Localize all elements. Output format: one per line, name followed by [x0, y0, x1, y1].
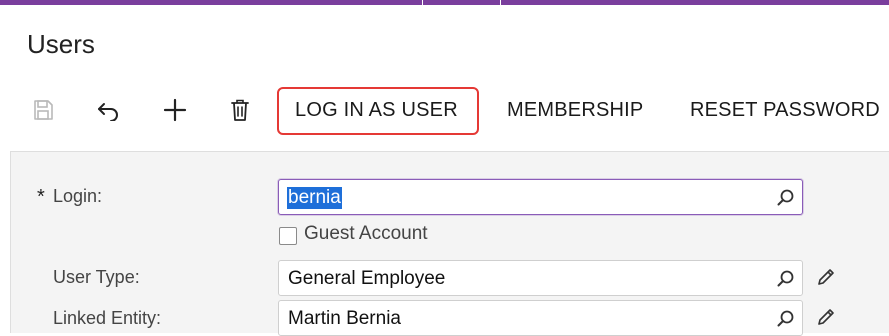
undo-icon[interactable]	[93, 94, 125, 126]
reset-password-button[interactable]: RESET PASSWORD	[690, 97, 880, 123]
login-as-user-button[interactable]: LOG IN AS USER	[295, 97, 458, 123]
top-bar-divider	[422, 0, 423, 5]
linked-entity-label: Linked Entity:	[53, 308, 162, 328]
add-icon[interactable]	[159, 94, 191, 126]
search-icon[interactable]	[776, 269, 796, 289]
required-marker: *	[37, 186, 45, 208]
guest-account-checkbox[interactable]	[279, 227, 297, 245]
top-bar-divider	[500, 0, 501, 5]
search-icon[interactable]	[776, 309, 796, 329]
search-icon[interactable]	[776, 188, 796, 208]
edit-user-type-pencil-icon[interactable]	[816, 267, 836, 287]
top-accent-bar	[0, 0, 889, 5]
user-type-label: User Type:	[53, 267, 140, 287]
user-type-field[interactable]: General Employee	[278, 260, 803, 296]
user-type-value: General Employee	[288, 268, 446, 289]
edit-linked-entity-pencil-icon[interactable]	[816, 307, 836, 327]
save-icon[interactable]	[27, 94, 59, 126]
page-title: Users	[27, 29, 95, 59]
membership-button[interactable]: MEMBERSHIP	[507, 97, 643, 123]
linked-entity-field[interactable]: Martin Bernia	[278, 300, 803, 336]
guest-account-label: Guest Account	[304, 223, 428, 244]
linked-entity-value: Martin Bernia	[288, 308, 401, 329]
delete-icon[interactable]	[224, 94, 256, 126]
login-value: bernia	[287, 187, 342, 209]
login-field[interactable]: bernia	[278, 179, 803, 215]
login-label: Login:	[53, 186, 103, 206]
